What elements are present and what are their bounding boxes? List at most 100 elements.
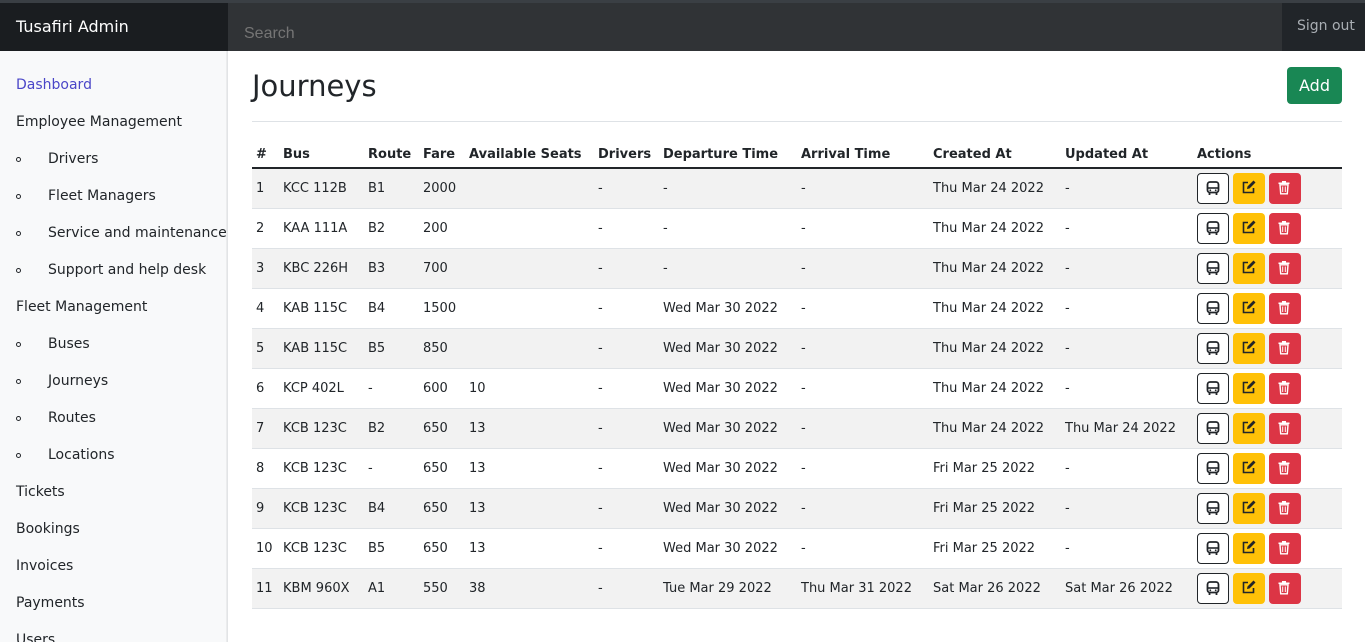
- sidebar-item-locations[interactable]: Locations: [0, 447, 227, 467]
- view-bus-button[interactable]: [1197, 412, 1229, 444]
- table-cell: 13: [465, 408, 594, 449]
- row-actions: [1193, 248, 1342, 289]
- delete-button[interactable]: [1269, 172, 1301, 204]
- sidebar-item-fleet-management[interactable]: Fleet Management: [16, 299, 147, 315]
- table-cell: 2: [252, 208, 279, 249]
- sidebar-item-bookings[interactable]: Bookings: [16, 521, 80, 537]
- sidebar-item-tickets[interactable]: Tickets: [16, 484, 65, 500]
- table-cell: [465, 208, 594, 249]
- sidebar-item-routes[interactable]: Routes: [0, 410, 227, 430]
- sidebar-item-dashboard[interactable]: Dashboard: [16, 77, 92, 93]
- delete-button[interactable]: [1269, 332, 1301, 364]
- delete-button[interactable]: [1269, 452, 1301, 484]
- table-cell: Tue Mar 29 2022: [659, 568, 797, 609]
- table-cell: KCB 123C: [279, 488, 364, 529]
- edit-button[interactable]: [1233, 372, 1265, 404]
- view-bus-button[interactable]: [1197, 172, 1229, 204]
- add-journey-button[interactable]: Add: [1287, 67, 1342, 104]
- sidebar-item-journeys[interactable]: Journeys: [0, 373, 227, 393]
- sidebar-item-fleet-managers[interactable]: Fleet Managers: [0, 188, 227, 208]
- brand-logo[interactable]: Tusafiri Admin: [0, 3, 228, 51]
- table-cell: -: [1061, 288, 1193, 329]
- edit-button[interactable]: [1233, 172, 1265, 204]
- table-cell: Fri Mar 25 2022: [929, 488, 1061, 529]
- table-cell: -: [659, 248, 797, 289]
- edit-button[interactable]: [1233, 212, 1265, 244]
- search-input[interactable]: [228, 3, 1282, 51]
- bullet-icon: [16, 157, 21, 162]
- view-bus-button[interactable]: [1197, 372, 1229, 404]
- table-cell: KBC 226H: [279, 248, 364, 289]
- table-cell: KCP 402L: [279, 368, 364, 409]
- delete-button[interactable]: [1269, 252, 1301, 284]
- table-cell: 4: [252, 288, 279, 329]
- delete-button[interactable]: [1269, 532, 1301, 564]
- column-header: Arrival Time: [797, 141, 929, 169]
- bullet-icon: [16, 268, 21, 273]
- sidebar-item-label: Drivers: [48, 151, 99, 167]
- table-cell: Thu Mar 31 2022: [797, 568, 929, 609]
- row-actions: [1193, 448, 1342, 489]
- table-cell: -: [797, 168, 929, 209]
- edit-button[interactable]: [1233, 492, 1265, 524]
- edit-button[interactable]: [1233, 532, 1265, 564]
- view-bus-button[interactable]: [1197, 452, 1229, 484]
- sidebar-item-employee-management[interactable]: Employee Management: [16, 114, 182, 130]
- table-cell: KCB 123C: [279, 408, 364, 449]
- table-cell: -: [797, 488, 929, 529]
- view-bus-button[interactable]: [1197, 332, 1229, 364]
- table-cell: -: [594, 568, 659, 609]
- bullet-icon: [16, 379, 21, 384]
- sidebar-item-payments[interactable]: Payments: [16, 595, 85, 611]
- table-header-row: # Bus Route Fare Available Seats Drivers Depar…: [252, 141, 1342, 169]
- table-cell: 5: [252, 328, 279, 369]
- view-bus-button[interactable]: [1197, 292, 1229, 324]
- delete-button[interactable]: [1269, 372, 1301, 404]
- delete-button[interactable]: [1269, 412, 1301, 444]
- view-bus-button[interactable]: [1197, 492, 1229, 524]
- table-cell: 2000: [419, 168, 465, 209]
- edit-button[interactable]: [1233, 572, 1265, 604]
- edit-button[interactable]: [1233, 452, 1265, 484]
- edit-button[interactable]: [1233, 412, 1265, 444]
- table-cell: 650: [419, 408, 465, 449]
- table-cell: -: [594, 168, 659, 209]
- view-bus-button[interactable]: [1197, 532, 1229, 564]
- delete-button[interactable]: [1269, 292, 1301, 324]
- row-actions: [1193, 208, 1342, 249]
- sign-out-link[interactable]: Sign out: [1282, 3, 1365, 51]
- table-cell: -: [797, 328, 929, 369]
- table-cell: -: [797, 248, 929, 289]
- table-cell: Wed Mar 30 2022: [659, 288, 797, 329]
- row-actions: [1193, 488, 1342, 529]
- column-header: Updated At: [1061, 141, 1193, 169]
- table-cell: Wed Mar 30 2022: [659, 328, 797, 369]
- column-header: Route: [364, 141, 419, 169]
- delete-button[interactable]: [1269, 492, 1301, 524]
- edit-button[interactable]: [1233, 252, 1265, 284]
- view-bus-button[interactable]: [1197, 252, 1229, 284]
- table-cell: -: [364, 368, 419, 409]
- view-bus-button[interactable]: [1197, 572, 1229, 604]
- sidebar-item-drivers[interactable]: Drivers: [0, 151, 227, 171]
- sidebar-item-buses[interactable]: Buses: [0, 336, 227, 356]
- table-cell: Thu Mar 24 2022: [1061, 408, 1193, 449]
- table-cell: -: [1061, 488, 1193, 529]
- sidebar-item-invoices[interactable]: Invoices: [16, 558, 73, 574]
- edit-button[interactable]: [1233, 292, 1265, 324]
- column-header: Departure Time: [659, 141, 797, 169]
- edit-button[interactable]: [1233, 332, 1265, 364]
- table-cell: -: [364, 448, 419, 489]
- table-row: 6 KCP 402L -600 10- Wed Mar 30 2022- Thu Mar …: [252, 368, 1342, 409]
- bullet-icon: [16, 194, 21, 199]
- table-cell: Thu Mar 24 2022: [929, 288, 1061, 329]
- view-bus-button[interactable]: [1197, 212, 1229, 244]
- sidebar-item-service-and-maintenance[interactable]: Service and maintenance: [0, 225, 227, 245]
- sidebar-item-label: Support and help desk: [48, 262, 207, 278]
- sidebar-item-support-and-help-desk[interactable]: Support and help desk: [0, 262, 227, 282]
- table-cell: -: [1061, 208, 1193, 249]
- sidebar-item-users[interactable]: Users: [16, 632, 55, 642]
- delete-button[interactable]: [1269, 212, 1301, 244]
- delete-button[interactable]: [1269, 572, 1301, 604]
- table-cell: A1: [364, 568, 419, 609]
